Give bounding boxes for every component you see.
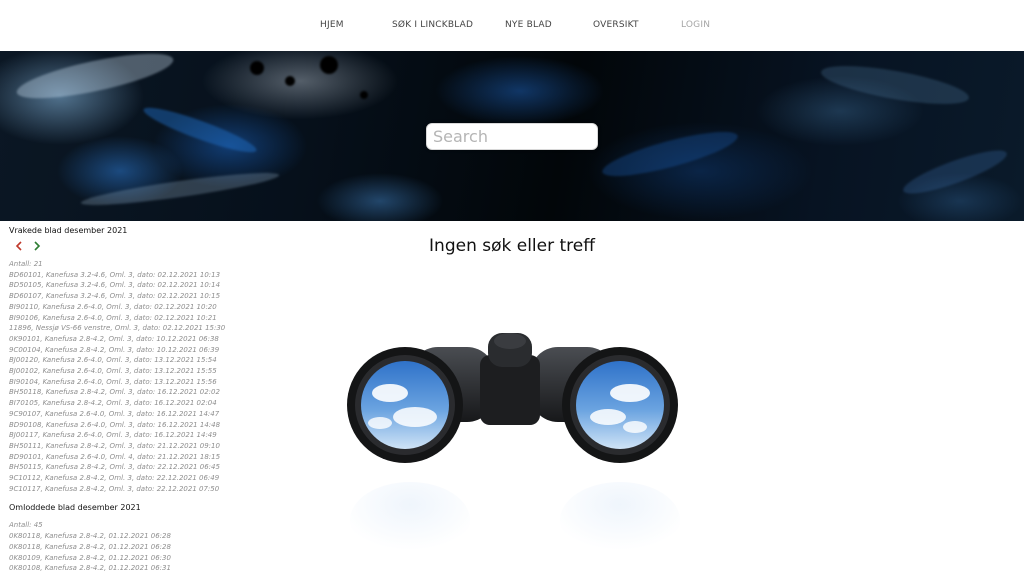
- search-input[interactable]: [427, 124, 597, 149]
- decor-swirl: [899, 142, 1011, 202]
- resharpened-section-title: Omloddede blad desember 2021: [9, 503, 141, 513]
- nav-search-link[interactable]: SØK I LINCKBLAD: [392, 20, 473, 30]
- list-item: 9C10112, Kanefusa 2.8-4.2, Oml. 3, dato:…: [9, 474, 220, 483]
- decor-dot: [250, 61, 264, 75]
- decor-swirl: [140, 101, 260, 159]
- list-item: BD90101, Kanefusa 2.6-4.0, Oml. 4, dato:…: [9, 452, 221, 461]
- list-item: BD90108, Kanefusa 2.6-4.0, Oml. 3, dato:…: [9, 420, 221, 429]
- nav-login-link[interactable]: LOGIN: [681, 20, 710, 30]
- list-item: BD60107, Kanefusa 3.2-4.6, Oml. 3, dato:…: [9, 292, 221, 301]
- list-item: 0K90101, Kanefusa 2.8-4.2, Oml. 3, dato:…: [9, 334, 219, 343]
- decor-swirl: [79, 167, 281, 211]
- list-item: BI90110, Kanefusa 2.6-4.0, Oml. 3, dato:…: [9, 302, 217, 311]
- list-item: 11896, Nessjø VS-66 venstre, Oml. 3, dat…: [9, 324, 226, 333]
- list-item: BJ00120, Kanefusa 2.6-4.0, Oml. 3, dato:…: [9, 356, 217, 365]
- list-item: 9C00104, Kanefusa 2.8-4.2, Oml. 3, dato:…: [9, 345, 220, 354]
- search-box: [426, 123, 598, 150]
- scrapped-list: Antall: 21 BD60101, Kanefusa 3.2-4.6, Om…: [9, 259, 226, 494]
- blade-log-panel: Vrakede blad desember 2021 Antall: 21 BD…: [9, 226, 226, 574]
- resharpened-list: Antall: 45 0K80118, Kanefusa 2.8-4.2, 01…: [9, 520, 209, 574]
- scrapped-count: Antall: 21: [9, 260, 43, 268]
- list-item: 9C90107, Kanefusa 2.6-4.0, Oml. 3, dato:…: [9, 409, 220, 418]
- list-item: 0K80109, Kanefusa 2.8-4.2, 01.12.2021 06…: [9, 553, 171, 562]
- list-item: 0K80118, Kanefusa 2.8-4.2, 01.12.2021 06…: [9, 532, 171, 541]
- top-navigation: HJEM SØK I LINCKBLAD NYE BLAD OVERSIKT L…: [0, 0, 1024, 51]
- resharpened-count: Antall: 45: [9, 521, 43, 530]
- decor-dot: [360, 91, 368, 99]
- list-item: BH50115, Kanefusa 2.8-4.2, Oml. 3, dato:…: [9, 463, 220, 472]
- nav-home-link[interactable]: HJEM: [320, 20, 344, 30]
- list-item: BJ00102, Kanefusa 2.6-4.0, Oml. 3, dato:…: [9, 367, 217, 376]
- decor-dot: [320, 56, 338, 74]
- list-item: BI70105, Kanefusa 2.8-4.2, Oml. 3, dato:…: [9, 399, 217, 408]
- list-item: 0K80118, Kanefusa 2.8-4.2, 01.12.2021 06…: [9, 542, 171, 551]
- no-results-heading: Ingen søk eller treff: [429, 236, 595, 256]
- binoculars-image: [347, 333, 680, 558]
- scrapped-section-title: Vrakede blad desember 2021: [9, 226, 128, 235]
- list-item: BI90106, Kanefusa 2.6-4.0, Oml. 3, dato:…: [9, 313, 217, 322]
- month-pager: [13, 239, 209, 253]
- decor-dot: [285, 76, 295, 86]
- list-item: BI90104, Kanefusa 2.6-4.0, Oml. 3, dato:…: [9, 377, 217, 386]
- nav-overview-link[interactable]: OVERSIKT: [593, 20, 639, 30]
- decor-swirl: [13, 51, 177, 108]
- decor-swirl: [818, 58, 972, 112]
- hero-banner: [0, 51, 1024, 221]
- list-item: 9C10117, Kanefusa 2.8-4.2, Oml. 3, dato:…: [9, 484, 220, 493]
- list-item: BJ00117, Kanefusa 2.6-4.0, Oml. 3, dato:…: [9, 431, 217, 440]
- chevron-left-icon[interactable]: [13, 240, 25, 252]
- chevron-right-icon[interactable]: [31, 240, 43, 252]
- list-item: BD60101, Kanefusa 3.2-4.6, Oml. 3, dato:…: [9, 270, 221, 279]
- list-item: BH50111, Kanefusa 2.8-4.2, Oml. 3, dato:…: [9, 441, 220, 450]
- decor-swirl: [599, 123, 741, 185]
- list-item: BH50118, Kanefusa 2.8-4.2, Oml. 3, dato:…: [9, 388, 220, 397]
- list-item: BD50105, Kanefusa 3.2-4.6, Oml. 3, dato:…: [9, 281, 221, 290]
- nav-new-blades-link[interactable]: NYE BLAD: [505, 20, 552, 30]
- list-item: 0K80108, Kanefusa 2.8-4.2, 01.12.2021 06…: [9, 564, 171, 573]
